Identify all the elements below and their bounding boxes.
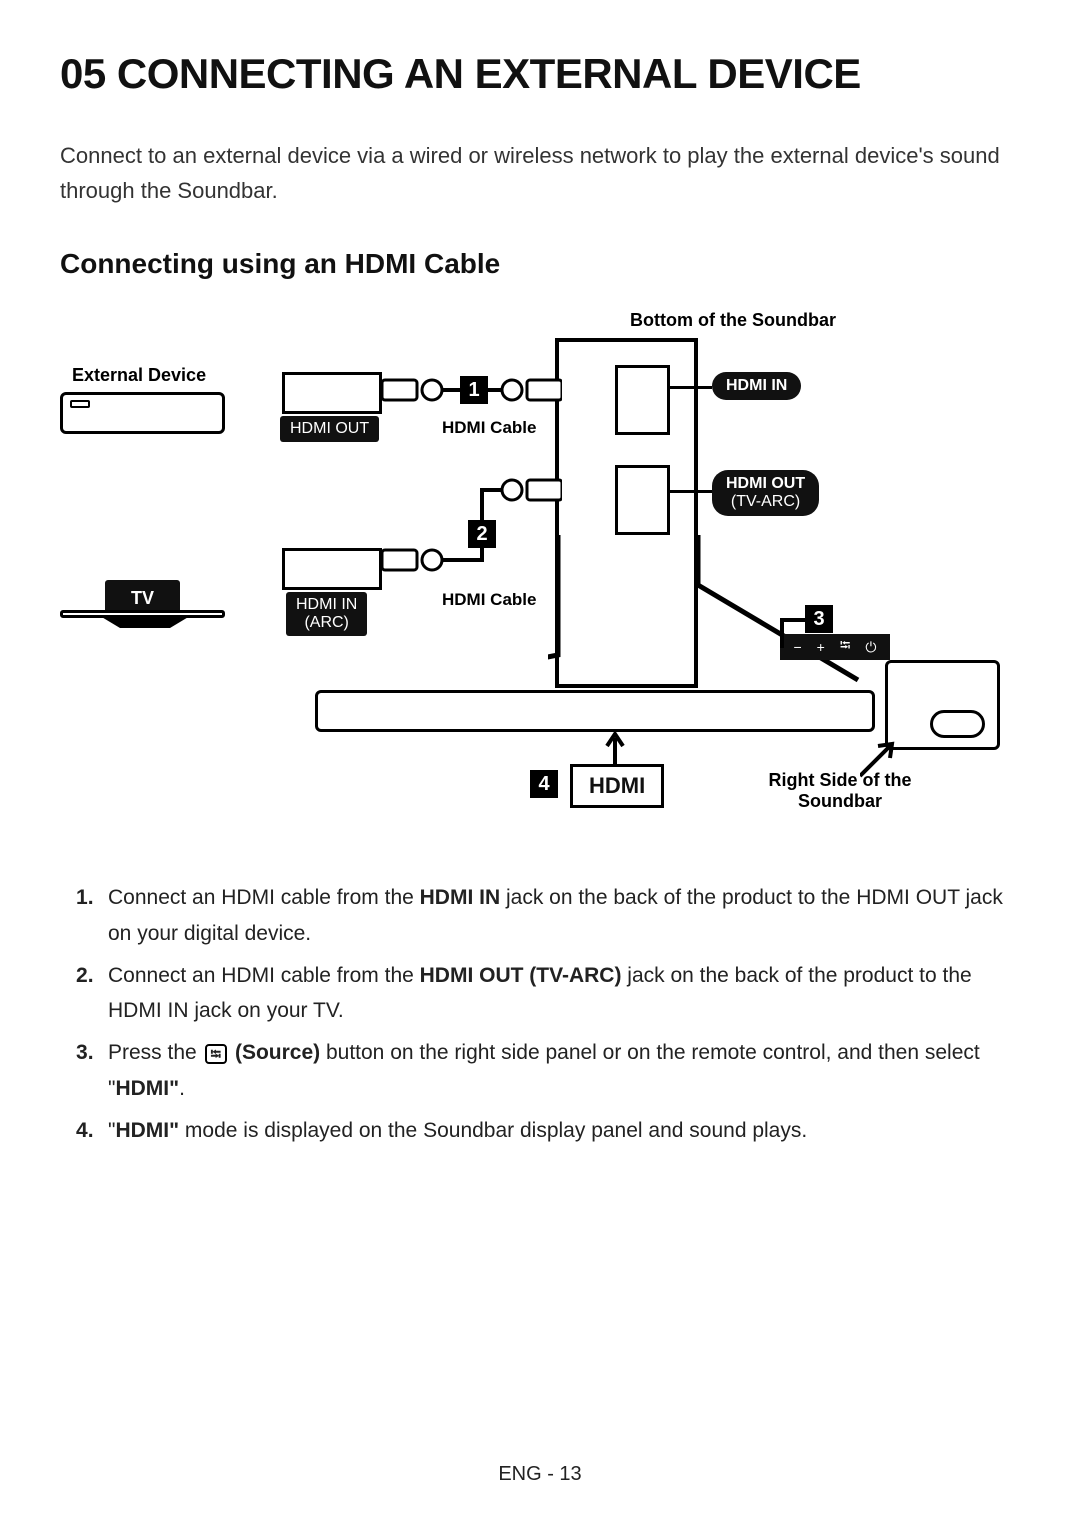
- tv-hdmi-port: [282, 548, 382, 590]
- hdmi-in-arc-l1: HDMI IN: [296, 596, 357, 613]
- hdmi-out-line2: (TV-ARC): [731, 493, 800, 510]
- step2-bold: HDMI OUT (TV-ARC): [420, 964, 622, 987]
- subsection-title: Connecting using an HDMI Cable: [60, 248, 1020, 280]
- step-3: Press the ⭾ (Source) button on the right…: [96, 1035, 1020, 1106]
- step1-bold: HDMI IN: [420, 886, 501, 909]
- step2-part-a: Connect an HDMI cable from the: [108, 964, 420, 987]
- page-number: ENG - 13: [0, 1463, 1080, 1486]
- port-hdmi-in: [615, 365, 670, 435]
- step4-part-c: mode is displayed on the Soundbar displa…: [179, 1119, 807, 1142]
- step-2: Connect an HDMI cable from the HDMI OUT …: [96, 958, 1020, 1029]
- label-hdmi-in: HDMI IN: [712, 372, 801, 400]
- label-hdmi-out: HDMI OUT: [280, 416, 379, 442]
- label-hdmi-cable-1: HDMI Cable: [442, 418, 536, 438]
- intro-paragraph: Connect to an external device via a wire…: [60, 138, 1020, 208]
- port-hdmi-out: [615, 465, 670, 535]
- instruction-list: Connect an HDMI cable from the HDMI IN j…: [60, 880, 1020, 1148]
- section-title: 05 CONNECTING AN EXTERNAL DEVICE: [60, 50, 1020, 98]
- soundbar-body: [315, 690, 875, 732]
- ext-hdmi-port: [282, 372, 382, 414]
- step1-part-a: Connect an HDMI cable from the: [108, 886, 420, 909]
- connection-diagram: Bottom of the Soundbar HDMI IN HDMI OUT …: [60, 310, 1020, 850]
- caption-right-side: Right Side of the Soundbar: [750, 770, 930, 812]
- label-hdmi-in-arc: HDMI IN (ARC): [286, 592, 367, 635]
- marker-2: 2: [468, 520, 496, 548]
- display-hdmi: HDMI: [570, 764, 664, 808]
- external-device-box: [60, 392, 225, 434]
- step4-bold: HDMI": [115, 1119, 179, 1142]
- step3-bold2: HDMI": [115, 1077, 179, 1100]
- step3-bold1: (Source): [235, 1041, 320, 1064]
- right-side-l2: Soundbar: [798, 791, 882, 811]
- step3-part-a: Press the: [108, 1041, 203, 1064]
- hdmi-in-arc-l2: (ARC): [304, 614, 348, 631]
- caption-bottom-soundbar: Bottom of the Soundbar: [630, 310, 836, 331]
- marker-1: 1: [460, 376, 488, 404]
- source-icon: ⭾: [840, 635, 851, 659]
- vol-up-icon: +: [817, 639, 825, 655]
- hdmi-out-line1: HDMI OUT: [726, 475, 805, 492]
- power-icon: ⏻: [865, 639, 876, 656]
- label-hdmi-out-tvarc: HDMI OUT (TV-ARC): [712, 470, 819, 515]
- marker-4: 4: [530, 770, 558, 798]
- source-button-icon: ⭾: [205, 1044, 228, 1064]
- label-external-device: External Device: [72, 365, 206, 386]
- step3-part-e: .: [179, 1077, 185, 1100]
- step-4: "HDMI" mode is displayed on the Soundbar…: [96, 1113, 1020, 1149]
- step-1: Connect an HDMI cable from the HDMI IN j…: [96, 880, 1020, 951]
- label-hdmi-cable-2: HDMI Cable: [442, 590, 536, 610]
